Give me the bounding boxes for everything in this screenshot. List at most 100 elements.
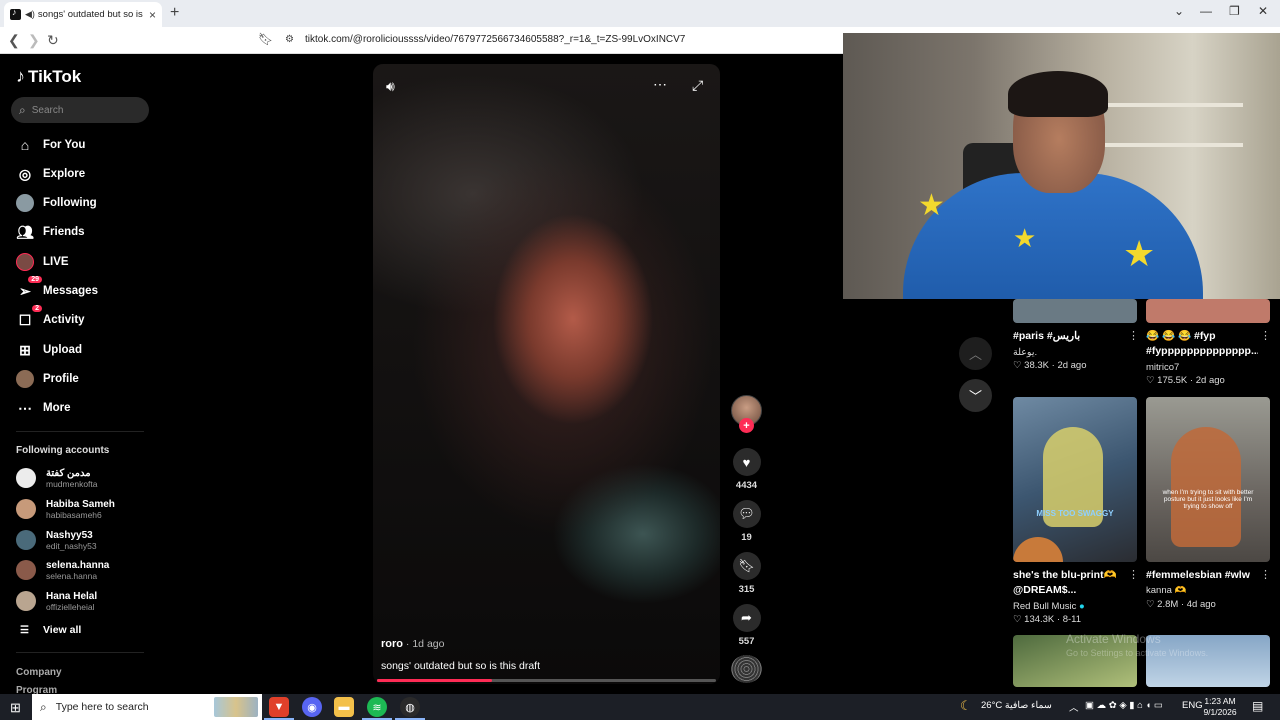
grid-author[interactable]: kanna 🫶 (1146, 585, 1186, 596)
back-icon[interactable]: ❮ (8, 32, 20, 49)
nav-following[interactable]: Following (16, 192, 97, 214)
notifications-icon[interactable]: ▤ (1252, 699, 1263, 713)
file-explorer-icon[interactable]: ▬ (334, 697, 354, 717)
account-name: Habiba Sameh (46, 498, 115, 510)
discord-icon[interactable]: ◉ (302, 697, 322, 717)
grid-author[interactable]: mitrico7 (1146, 362, 1179, 373)
grid-title[interactable]: #femmelesbian #wlw (1146, 568, 1256, 583)
bookmark-icon[interactable]: 🔖︎ (732, 552, 761, 580)
nav-friends[interactable]: 👥︎ Friends (16, 221, 85, 243)
kebab-icon[interactable]: ⋮ (1128, 568, 1139, 581)
search-input[interactable]: ⌕ Search (11, 97, 149, 123)
kebab-icon[interactable]: ⋮ (1260, 568, 1271, 581)
forward-icon[interactable]: ❯ (28, 32, 40, 49)
account-handle: edit_nashy53 (46, 540, 97, 551)
nav-live[interactable]: LIVE (16, 251, 69, 273)
minimize-button[interactable]: — (1200, 4, 1212, 18)
new-tab-button[interactable]: + (170, 4, 179, 22)
grid-thumbnail[interactable] (1146, 299, 1270, 323)
nav-label: More (43, 402, 71, 414)
grid-meta: ♡ 38.3K · 2d ago (1013, 360, 1087, 371)
following-account[interactable]: مدمن كفتة mudmenkofta (16, 465, 98, 491)
footer-company-link[interactable]: Company (16, 667, 62, 678)
nav-label: Friends (43, 226, 85, 238)
browser-tab-bar: ◀) songs' outdated but so is this × + ⌄ … (0, 0, 1280, 27)
tab-title: songs' outdated but so is this (37, 9, 145, 20)
share-action[interactable]: ➦ 557 (730, 604, 763, 647)
grid-meta: ♡ 175.5K · 2d ago (1146, 375, 1225, 386)
music-disc-icon[interactable] (731, 655, 762, 683)
video-author[interactable]: roro (381, 638, 403, 650)
grid-title[interactable]: #paris #باريس (1013, 329, 1123, 344)
browser-tab[interactable]: ◀) songs' outdated but so is this × (4, 2, 162, 27)
save-count: 315 (738, 584, 755, 595)
view-all-label: View all (42, 624, 82, 636)
url-field[interactable]: tiktok.com/@rorolicioussss/video/7679772… (305, 34, 685, 45)
kebab-icon[interactable]: ⋮ (1128, 329, 1139, 342)
tab-search-icon[interactable]: ⌄ (1174, 4, 1184, 18)
grid-thumbnail[interactable] (1013, 299, 1137, 323)
tray-chevron-icon[interactable]: ︿ (1069, 700, 1079, 714)
nav-explore[interactable]: ◎ Explore (16, 163, 85, 185)
volume-icon[interactable]: 🔊︎ (386, 78, 395, 95)
tiktok-logo[interactable]: ♪ TikTok (16, 66, 81, 87)
windows-start-icon[interactable]: ⊞ (10, 700, 21, 716)
taskbar-search[interactable]: ⌕ Type here to search (32, 694, 262, 720)
save-action[interactable]: 🔖︎ 315 (730, 552, 763, 595)
tray-icons[interactable]: ▣ ☁ ✿ ◈ ▮ ⌂ ◖ ▭ (1085, 700, 1163, 711)
nav-more[interactable]: ⋯ More (16, 397, 70, 419)
brave-browser-icon[interactable]: ▼ (269, 697, 289, 717)
view-all-link[interactable]: ☰ View all (20, 624, 81, 636)
follow-button[interactable]: + (739, 418, 754, 433)
like-action[interactable]: ♥ 4434 (730, 448, 763, 491)
comment-action[interactable]: 💬︎ 19 (730, 500, 763, 543)
site-info-icon[interactable]: ⚙︎ (285, 34, 294, 45)
thumbnail-figure (1171, 427, 1241, 547)
heart-icon[interactable]: ♥ (732, 448, 761, 476)
video-player[interactable]: 🔊︎ ⋯ ⤢ roro · 1d ago songs' outdated but… (373, 64, 720, 684)
grid-thumbnail[interactable] (1146, 635, 1270, 687)
more-options-icon[interactable]: ⋯ (653, 76, 667, 93)
fullscreen-icon[interactable]: ⤢ (692, 77, 703, 94)
grid-thumbnail[interactable]: MISS TOO SWAGGY (1013, 397, 1137, 562)
kebab-icon[interactable]: ⋮ (1260, 329, 1271, 342)
reload-icon[interactable]: ↻ (47, 32, 59, 49)
like-count: 4434 (735, 480, 758, 491)
grid-title[interactable]: 😂 😂 😂 #fyp #fypppppppppppppp... (1146, 329, 1258, 359)
grid-thumbnail[interactable]: when I'm trying to sit with better postu… (1146, 397, 1270, 562)
nav-activity[interactable]: ☐ 2 Activity (16, 305, 85, 331)
close-window-button[interactable]: ✕ (1258, 4, 1268, 18)
video-progress-bar[interactable] (377, 679, 716, 682)
grid-meta: ♡ 134.3K · 8-11 (1013, 614, 1082, 625)
thumbnail-overlay-text: MISS TOO SWAGGY (1036, 509, 1114, 518)
close-tab-icon[interactable]: × (149, 8, 156, 22)
following-account[interactable]: Nashyy53 edit_nashy53 (16, 527, 97, 553)
following-account[interactable]: Hana Helal offizielleheial (16, 588, 97, 614)
speaker-icon[interactable]: ◀) (25, 9, 35, 20)
nav-profile[interactable]: Profile (16, 368, 79, 390)
tiktok-sidebar: ♪ TikTok ⌕ Search ⌂ For You ◎ Explore Fo… (0, 54, 160, 696)
nav-for-you[interactable]: ⌂ For You (16, 134, 86, 156)
clock[interactable]: 1:23 AM 9/1/2026 (1200, 696, 1240, 718)
restore-button[interactable]: ❐ (1229, 4, 1240, 18)
obs-icon[interactable]: ◍ (400, 697, 420, 717)
comment-icon[interactable]: 💬︎ (732, 500, 761, 528)
chevron-up-icon: ︿ (968, 347, 982, 362)
grid-author[interactable]: Red Bull Music ● (1013, 601, 1085, 612)
grid-author[interactable]: يوعلة. (1013, 347, 1037, 358)
search-placeholder: Search (31, 104, 64, 116)
next-video-button[interactable]: ﹀ (959, 379, 992, 412)
following-account[interactable]: Habiba Sameh habibasameh6 (16, 496, 115, 522)
nav-upload[interactable]: ⊞ Upload (16, 339, 82, 361)
share-icon[interactable]: ➦ (732, 604, 761, 632)
star-icon: ★ (918, 189, 945, 222)
grid-ago: 4d ago (1186, 599, 1216, 610)
weather-text[interactable]: 26°C سماء صافية (981, 700, 1052, 711)
spotify-icon[interactable]: ≋ (367, 697, 387, 717)
following-account[interactable]: selena.hanna selena.hanna (16, 557, 109, 583)
previous-video-button[interactable]: ︿ (959, 337, 992, 370)
grid-title[interactable]: she's the blu-print🫶 @DREAM$... (1013, 568, 1125, 598)
nav-label: Following (43, 197, 97, 209)
bookmark-icon[interactable]: 🔖︎ (258, 32, 273, 46)
nav-messages[interactable]: ➢ 29 Messages (16, 276, 98, 302)
